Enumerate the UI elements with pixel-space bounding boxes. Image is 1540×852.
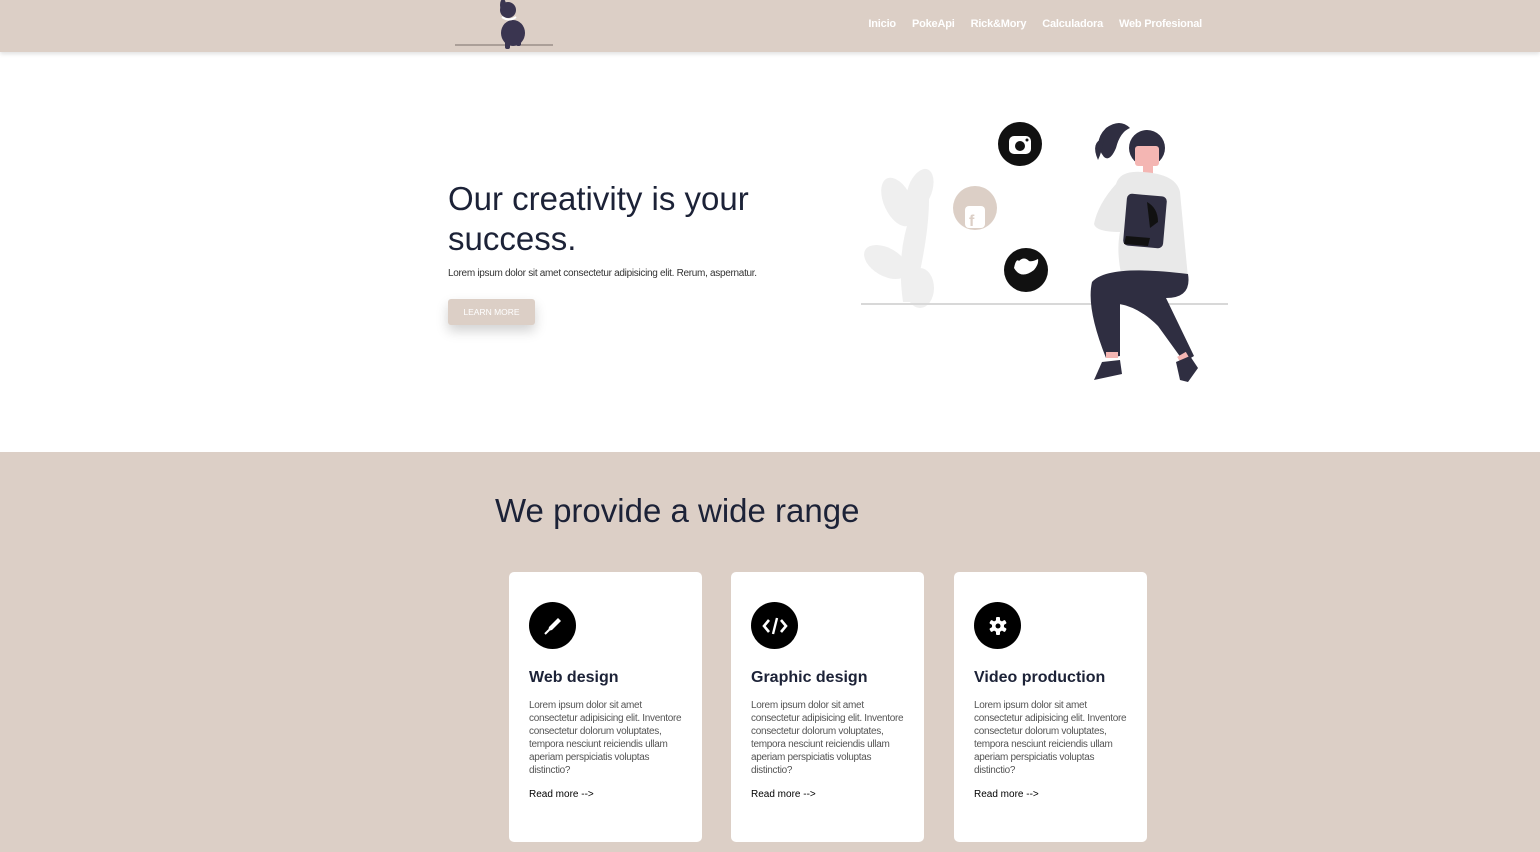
gear-icon <box>974 602 1021 649</box>
card-text: Lorem ipsum dolor sit amet consectetur a… <box>751 700 904 776</box>
twitter-icon <box>1004 248 1048 292</box>
plant-decoration <box>864 168 934 308</box>
nav-links: Inicio PokeApi Rick&Mory Calculadora Web… <box>868 18 1202 30</box>
nav-link-calculadora[interactable]: Calculadora <box>1042 18 1103 30</box>
read-more-link[interactable]: Read more --> <box>529 789 594 800</box>
service-card-video-production: Video production Lorem ipsum dolor sit a… <box>954 572 1147 842</box>
card-title: Web design <box>529 669 619 686</box>
hero-title: Our creativity is your success. <box>448 180 749 257</box>
pen-nib-icon <box>529 602 576 649</box>
nav-link-inicio[interactable]: Inicio <box>868 18 896 30</box>
card-title: Video production <box>974 669 1106 686</box>
navbar: Inicio PokeApi Rick&Mory Calculadora Web… <box>0 0 1540 52</box>
code-icon <box>751 602 798 649</box>
instagram-icon <box>998 122 1042 166</box>
hero-subtitle: Lorem ipsum dolor sit amet consectetur a… <box>448 268 757 279</box>
card-title: Graphic design <box>751 669 868 686</box>
nav-link-rickmory[interactable]: Rick&Mory <box>971 18 1027 30</box>
card-text: Lorem ipsum dolor sit amet consectetur a… <box>529 700 682 776</box>
hero-illustration: f <box>861 122 1228 382</box>
facebook-icon: f <box>953 186 997 230</box>
services-section: We provide a wide range Web design Lorem… <box>0 452 1540 852</box>
hero-section: Our creativity is your success. Lorem ip… <box>0 52 1540 452</box>
service-card-graphic-design: Graphic design Lorem ipsum dolor sit ame… <box>731 572 924 842</box>
read-more-link[interactable]: Read more --> <box>751 789 816 800</box>
services-title: We provide a wide range <box>495 492 860 529</box>
read-more-link[interactable]: Read more --> <box>974 789 1039 800</box>
nav-link-pokeapi[interactable]: PokeApi <box>912 18 955 30</box>
learn-more-button[interactable]: LEARN MORE <box>448 299 535 325</box>
card-text: Lorem ipsum dolor sit amet consectetur a… <box>974 700 1127 776</box>
woman-with-tablet-illustration <box>1090 123 1198 382</box>
svg-text:f: f <box>969 213 975 230</box>
dog-logo-icon[interactable] <box>453 0 555 52</box>
service-card-web-design: Web design Lorem ipsum dolor sit amet co… <box>509 572 702 842</box>
nav-link-web-profesional[interactable]: Web Profesional <box>1119 18 1202 30</box>
